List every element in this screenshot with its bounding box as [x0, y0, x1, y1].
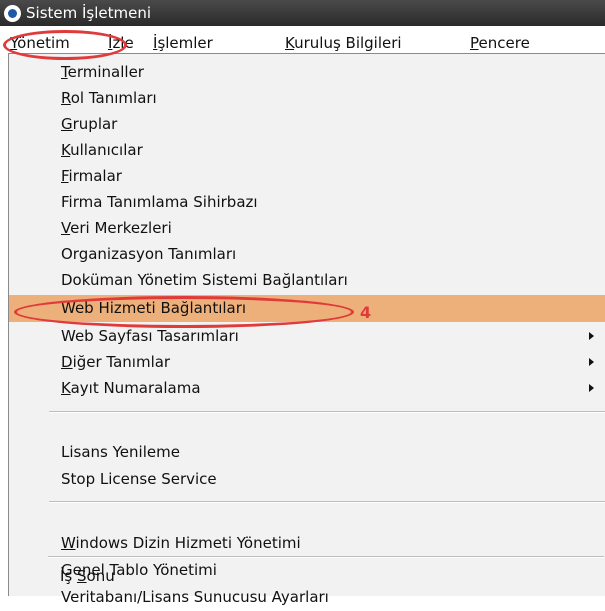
menu-item-gruplar[interactable]: Gruplar [9, 111, 605, 138]
submenu-arrow-icon [589, 332, 594, 340]
menu-item-dokuman-yonetim-sistemi-baglantilari[interactable]: Doküman Yönetim Sistemi Bağlantıları [9, 267, 605, 294]
menu-separator [48, 556, 604, 558]
menu-izle[interactable]: İzle [108, 32, 134, 54]
menu-item-lisans-yenileme[interactable]: Lisans Yenileme [9, 439, 605, 466]
menu-item-stop-license-service[interactable]: Stop License Service [9, 466, 605, 493]
menu-separator [49, 411, 605, 413]
app-logo-icon [4, 5, 21, 22]
menu-item-web-sayfasi-tasarimlari[interactable]: Web Sayfası Tasarımları [9, 323, 605, 350]
menu-pencere[interactable]: Pencere [470, 32, 530, 54]
menu-item-label: Organizasyon Tanımları [61, 245, 237, 263]
menu-item-label: Web Sayfası Tasarımları [61, 327, 239, 345]
menu-item-label: Doküman Yönetim Sistemi Bağlantıları [61, 271, 348, 289]
menu-item-label: Gruplar [61, 115, 118, 133]
menu-item-web-hizmeti-baglantilari[interactable]: Web Hizmeti Bağlantıları [9, 295, 605, 322]
menu-item-windows-dizin-hizmeti-yonetimi[interactable]: Windows Dizin Hizmeti Yönetimi [9, 530, 605, 557]
menu-item-label: Kullanıcılar [61, 141, 143, 159]
menu-item-terminaller[interactable]: Terminaller [9, 59, 605, 86]
menu-item-label: Terminaller [61, 63, 144, 81]
window-title: Sistem İşletmeni [26, 4, 152, 22]
menu-item-label: Kayıt Numaralama [61, 379, 201, 397]
menu-item-diger-tanimlar[interactable]: Diğer Tanımlar [9, 349, 605, 376]
menu-item-rol-tanimlari[interactable]: Rol Tanımları [9, 85, 605, 112]
menu-item-label: Veri Merkezleri [61, 219, 172, 237]
submenu-arrow-icon [589, 384, 594, 392]
menu-item-label: Rol Tanımları [61, 89, 157, 107]
menu-item-kullanicilar[interactable]: Kullanıcılar [9, 137, 605, 164]
menu-item-label: Web Hizmeti Bağlantıları [61, 299, 247, 317]
menu-item-label: Windows Dizin Hizmeti Yönetimi [61, 534, 301, 552]
menu-item-veri-merkezleri[interactable]: Veri Merkezleri [9, 215, 605, 242]
menu-item-label: Lisans Yenileme [61, 443, 180, 461]
menu-item-is-sonu[interactable]: İş Sonu [8, 563, 604, 590]
menu-item-kayit-numaralama[interactable]: Kayıt Numaralama [9, 375, 605, 402]
annotation-step-number: 4 [360, 303, 372, 322]
menu-separator [49, 501, 605, 503]
menu-kurulus-bilgileri[interactable]: Kuruluş Bilgileri [285, 32, 402, 54]
menu-item-firmalar[interactable]: Firmalar [9, 163, 605, 190]
submenu-arrow-icon [589, 358, 594, 366]
title-bar: Sistem İşletmeni [0, 0, 605, 26]
menu-item-label: Firmalar [61, 167, 122, 185]
menu-item-organizasyon-tanimlari[interactable]: Organizasyon Tanımları [9, 241, 605, 268]
menu-yonetim[interactable]: Yönetim [10, 32, 70, 54]
yonetim-dropdown-menu: Terminaller Rol Tanımları Gruplar Kullan… [8, 53, 605, 606]
menu-item-label: İş Sonu [60, 567, 115, 585]
menu-item-label: Stop License Service [61, 470, 217, 488]
menu-item-firma-tanimlama-sihirbazi[interactable]: Firma Tanımlama Sihirbazı [9, 189, 605, 216]
menu-item-label: Diğer Tanımlar [61, 353, 171, 371]
menu-islemler[interactable]: İşlemler [153, 32, 213, 54]
menu-item-label: Firma Tanımlama Sihirbazı [61, 193, 258, 211]
